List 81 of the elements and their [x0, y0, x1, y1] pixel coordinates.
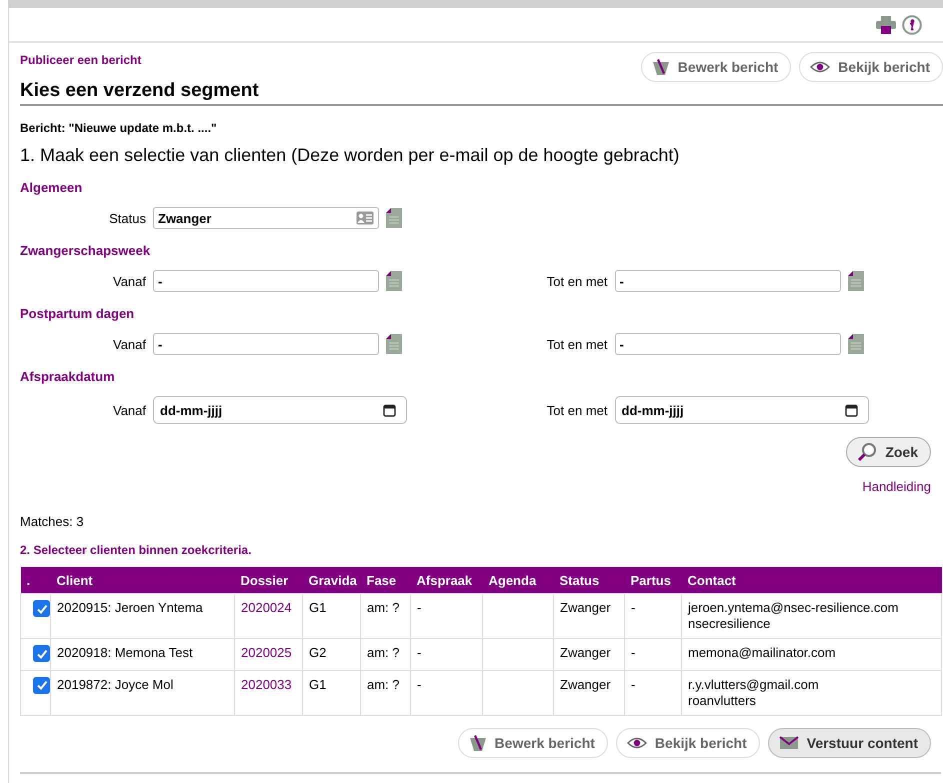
table-cell: r.y.vlutters@gmail.com roanvlutters: [682, 670, 942, 715]
table-cell: -: [410, 638, 482, 670]
column-header: Status: [554, 567, 624, 594]
column-header: Contact: [682, 567, 942, 594]
field-label: Tot en met: [546, 402, 608, 418]
message-title: Bericht: "Nieuwe update m.b.t. ....": [20, 121, 218, 135]
envelope-icon: [778, 736, 799, 750]
printer-icon[interactable]: [876, 16, 896, 34]
action-button[interactable]: Bewerk bericht: [640, 52, 792, 82]
table-cell: 2020915: Jeroen Yntema: [50, 594, 234, 638]
section-heading: Afspraakdatum: [20, 369, 116, 384]
column-header: Partus: [624, 567, 682, 594]
checkbox[interactable]: [33, 676, 50, 694]
table-cell: -: [624, 670, 682, 715]
input-field[interactable]: -: [153, 270, 379, 292]
table-cell: -: [624, 594, 682, 638]
column-header: Client: [50, 567, 234, 594]
action-button[interactable]: Verstuur content: [768, 728, 931, 758]
field-label: Vanaf: [112, 336, 146, 352]
step-heading: 1. Maak een selectie van clienten (Deze worden per e-mail op de hoogte gebracht): [20, 145, 680, 166]
checkbox[interactable]: [33, 645, 50, 662]
table-cell: Zwanger: [554, 594, 624, 638]
document-icon[interactable]: [386, 208, 402, 228]
table-cell: Zwanger: [554, 670, 624, 715]
action-button[interactable]: Bekijk bericht: [799, 52, 943, 82]
table-cell: G1: [302, 594, 360, 638]
calendar-icon[interactable]: [844, 404, 858, 416]
checkbox[interactable]: [33, 600, 50, 617]
document-icon[interactable]: [848, 334, 864, 354]
table-cell: memona@mailinator.com: [682, 638, 942, 670]
column-header: Dossier: [234, 567, 302, 594]
step-heading: 2. Selecteer clienten binnen zoekcriteria.: [20, 543, 252, 557]
table-cell: G2: [302, 638, 360, 670]
date-field[interactable]: dd-mm-jjjj: [614, 396, 868, 424]
matches-count: Matches: 3: [20, 514, 85, 529]
column-header: Agenda: [482, 567, 554, 594]
action-button[interactable]: Bekijk bericht: [616, 728, 760, 758]
input-field[interactable]: -: [614, 270, 840, 292]
table-cell: jeroen.yntema@nsec-resilience.com nsecresilience: [682, 594, 942, 638]
document-icon[interactable]: [848, 271, 864, 291]
table-cell: G1: [302, 670, 360, 715]
input-field[interactable]: -: [153, 333, 379, 355]
field-label: Tot en met: [546, 336, 608, 352]
help-link[interactable]: Handleiding: [862, 479, 931, 494]
field-label: Status: [108, 210, 146, 226]
info-icon[interactable]: [902, 14, 922, 34]
field-label: Tot en met: [546, 274, 608, 288]
eye-icon: [810, 60, 830, 74]
table-cell: -: [410, 594, 482, 638]
page-subtitle: Publiceer een bericht: [20, 53, 142, 67]
section-heading: Zwangerschapsweek: [20, 243, 152, 258]
column-header: Fase: [360, 567, 410, 594]
section-heading: Postpartum dagen: [20, 306, 136, 321]
input-field[interactable]: -: [614, 333, 840, 355]
search-icon: [857, 442, 878, 462]
search-button[interactable]: Zoek: [846, 437, 931, 467]
status-field[interactable]: Zwanger: [153, 207, 379, 229]
table-cell: am: ?: [360, 670, 410, 715]
contact-card-icon[interactable]: [356, 211, 374, 225]
field-label: Vanaf: [112, 274, 146, 288]
section-heading: Algemeen: [20, 180, 84, 195]
column-header: Afspraak: [410, 567, 482, 594]
action-button[interactable]: Bewerk bericht: [458, 728, 608, 758]
calendar-icon[interactable]: [383, 404, 396, 416]
table-cell: am: ?: [360, 638, 410, 670]
table-cell: am: ?: [360, 594, 410, 638]
date-field[interactable]: dd-mm-jjjj: [153, 396, 407, 424]
document-icon[interactable]: [386, 271, 402, 291]
table-cell: -: [624, 638, 682, 670]
page-title: Kies een verzend segment: [20, 80, 943, 106]
field-label: Vanaf: [112, 402, 146, 418]
table-cell: 2019872: Joyce Mol: [50, 670, 234, 715]
pencil-icon: [468, 734, 487, 752]
column-header: Gravida: [302, 567, 360, 594]
table-cell: -: [410, 670, 482, 715]
column-header: .: [20, 567, 50, 594]
pencil-icon: [652, 58, 670, 76]
table-cell: 2020918: Memona Test: [50, 638, 234, 670]
document-icon[interactable]: [386, 334, 402, 354]
eye-icon: [626, 736, 647, 750]
table-cell: Zwanger: [554, 638, 624, 670]
